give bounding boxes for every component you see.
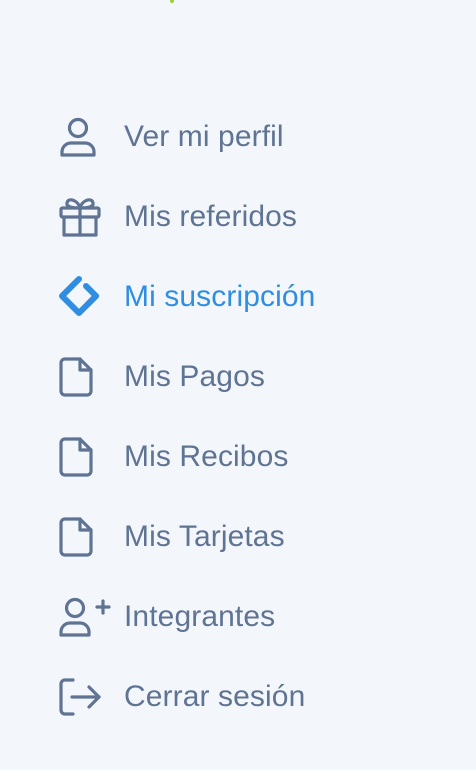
menu-item-label: Mis Pagos <box>124 360 265 393</box>
menu-item-label: Mis Tarjetas <box>124 520 285 553</box>
document-icon <box>58 435 124 479</box>
menu-item-mis-recibos[interactable]: Mis Recibos <box>58 417 458 497</box>
document-icon <box>58 515 124 559</box>
menu-item-mis-tarjetas[interactable]: Mis Tarjetas <box>58 497 458 577</box>
menu-item-mis-referidos[interactable]: Mis referidos <box>58 177 458 257</box>
top-accent-mark <box>170 0 174 3</box>
menu-item-ver-mi-perfil[interactable]: Ver mi perfil <box>58 97 458 177</box>
gift-icon <box>58 195 124 239</box>
logout-icon <box>58 675 124 719</box>
user-plus-icon <box>58 595 124 639</box>
menu-item-mi-suscripcion[interactable]: Mi suscripción <box>58 257 458 337</box>
menu-item-label: Mis referidos <box>124 200 298 233</box>
menu-item-integrantes[interactable]: Integrantes <box>58 577 458 657</box>
document-icon <box>58 355 124 399</box>
user-icon <box>58 115 124 159</box>
menu-item-mis-pagos[interactable]: Mis Pagos <box>58 337 458 417</box>
subscription-tag-icon <box>58 275 124 319</box>
menu-item-label: Mis Recibos <box>124 440 289 473</box>
profile-menu: Ver mi perfil Mis referidos Mi suscripci… <box>58 97 458 737</box>
menu-item-label: Ver mi perfil <box>124 120 284 153</box>
menu-item-label: Mi suscripción <box>124 280 316 313</box>
menu-item-label: Integrantes <box>124 600 276 633</box>
menu-item-cerrar-sesion[interactable]: Cerrar sesión <box>58 657 458 737</box>
menu-item-label: Cerrar sesión <box>124 680 306 713</box>
